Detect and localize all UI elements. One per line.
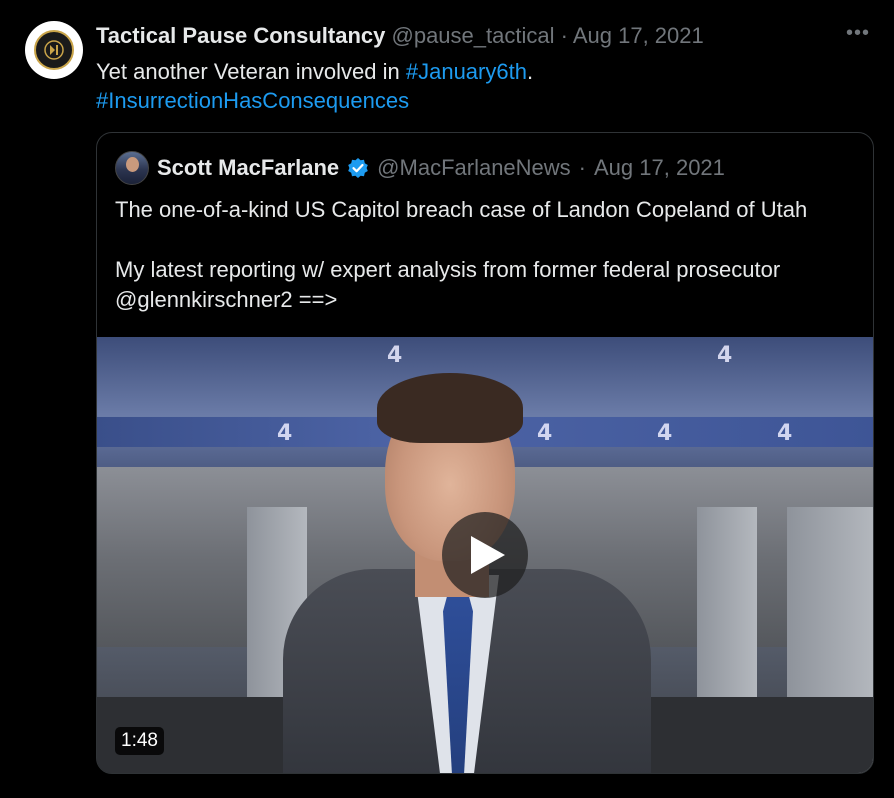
quoted-separator-dot: · — [578, 155, 586, 180]
more-icon[interactable]: ••• — [846, 22, 870, 45]
quoted-paragraph-1: The one-of-a-kind US Capitol breach case… — [115, 197, 808, 222]
video-duration-badge: 1:48 — [115, 727, 164, 755]
author-handle[interactable]: @pause_tactical — [392, 23, 555, 48]
quoted-author-avatar[interactable] — [115, 151, 149, 185]
tweet-date[interactable]: Aug 17, 2021 — [573, 23, 704, 48]
hashtag-insurrection[interactable]: #InsurrectionHasConsequences — [96, 88, 409, 113]
verified-badge-icon — [348, 158, 368, 178]
play-icon — [471, 536, 505, 574]
tweet-header: Tactical Pause Consultancy @pause_tactic… — [96, 22, 704, 50]
video-logo-mark: 4 — [657, 421, 673, 446]
video-logo-mark: 4 — [277, 421, 293, 446]
tweet-text-before: Yet another Veteran involved in — [96, 59, 406, 84]
quoted-paragraph-2: My latest reporting w/ expert analysis f… — [115, 257, 781, 312]
quoted-tweet-header: Scott MacFarlane @MacFarlaneNews · Aug 1… — [115, 151, 725, 185]
video-person-hair — [377, 373, 523, 443]
tweet-text-after: . — [526, 59, 534, 84]
play-button[interactable] — [442, 512, 528, 598]
quoted-tweet-date[interactable]: Aug 17, 2021 — [594, 155, 725, 181]
tactical-pause-logo-icon — [34, 30, 74, 70]
video-logo-mark: 4 — [777, 421, 793, 446]
quoted-tweet-text: The one-of-a-kind US Capitol breach case… — [115, 195, 859, 345]
author-avatar[interactable] — [25, 21, 83, 79]
quoted-author-name[interactable]: Scott MacFarlane — [157, 155, 339, 181]
separator-dot: · — [560, 23, 568, 48]
author-name[interactable]: Tactical Pause Consultancy — [96, 23, 385, 48]
quoted-author-handle[interactable]: @MacFarlaneNews — [377, 155, 571, 181]
video-logo-mark: 4 — [537, 421, 553, 446]
video-player[interactable]: 4 4 4 4 4 4 1:48 — [97, 337, 873, 773]
video-logo-mark: 4 — [717, 343, 733, 368]
tweet: Tactical Pause Consultancy @pause_tactic… — [0, 0, 894, 798]
quoted-tweet[interactable]: Scott MacFarlane @MacFarlaneNews · Aug 1… — [96, 132, 874, 774]
video-logo-mark: 4 — [387, 343, 403, 368]
hashtag-january6th[interactable]: #January6th — [406, 59, 527, 84]
tweet-text: Yet another Veteran involved in #January… — [96, 57, 533, 115]
